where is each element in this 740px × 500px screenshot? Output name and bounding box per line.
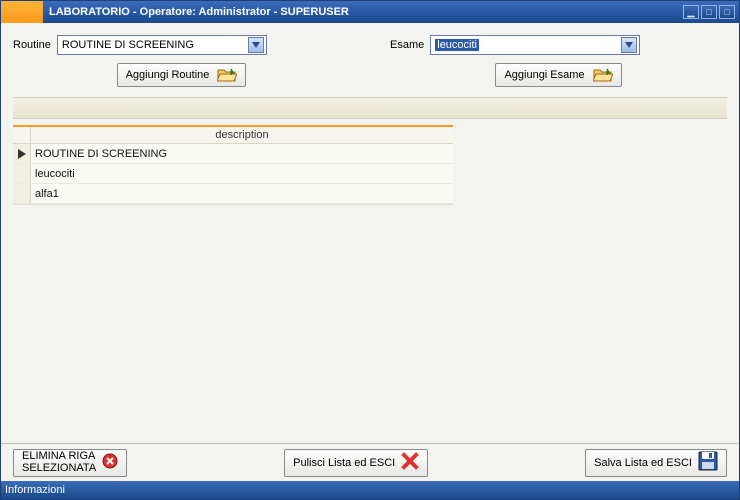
- add-exam-button[interactable]: Aggiungi Esame: [495, 63, 621, 87]
- cell-description[interactable]: ROUTINE DI SCREENING: [31, 148, 453, 160]
- window-controls: ▁ □ □: [683, 5, 739, 19]
- routine-combo[interactable]: ROUTINE DI SCREENING: [57, 35, 267, 55]
- routine-row: Routine ROUTINE DI SCREENING: [13, 33, 350, 57]
- grid-corner: [13, 127, 31, 143]
- table-row[interactable]: leucociti: [13, 164, 453, 184]
- titlebar: LABORATORIO - Operatore: Administrator -…: [1, 1, 739, 23]
- app-window: LABORATORIO - Operatore: Administrator -…: [0, 0, 740, 500]
- add-routine-button[interactable]: Aggiungi Routine: [117, 63, 247, 87]
- save-icon: [698, 451, 718, 474]
- grid-col-description[interactable]: description: [31, 127, 453, 143]
- delete-icon: [102, 453, 118, 473]
- save-list-label: Salva Lista ed ESCI: [594, 457, 692, 469]
- add-routine-label: Aggiungi Routine: [126, 69, 210, 81]
- chevron-down-icon: [248, 37, 264, 53]
- add-exam-label: Aggiungi Esame: [504, 69, 584, 81]
- routine-label: Routine: [13, 39, 51, 51]
- status-text: Informazioni: [5, 484, 65, 496]
- titlebar-accent: [1, 1, 43, 23]
- minimize-icon: ▁: [688, 8, 695, 17]
- folder-open-icon: [217, 67, 237, 83]
- exam-combo[interactable]: leucociti: [430, 35, 640, 55]
- delete-row-label: ELIMINA RIGA SELEZIONATA: [22, 451, 96, 474]
- grid-header: description: [13, 127, 453, 144]
- routine-combo-value: ROUTINE DI SCREENING: [62, 39, 248, 51]
- delete-row-button[interactable]: ELIMINA RIGA SELEZIONATA: [13, 449, 127, 477]
- save-list-button[interactable]: Salva Lista ed ESCI: [585, 449, 727, 477]
- chevron-down-icon: [621, 37, 637, 53]
- close-icon: □: [724, 8, 729, 17]
- grid-body: ROUTINE DI SCREENING leucociti alfa1: [13, 144, 453, 204]
- window-title: LABORATORIO - Operatore: Administrator -…: [49, 6, 683, 18]
- table-row[interactable]: alfa1: [13, 184, 453, 204]
- exam-row: Esame leucociti: [390, 33, 727, 57]
- cancel-icon: [401, 452, 419, 473]
- clear-list-label: Pulisci Lista ed ESCI: [293, 457, 395, 469]
- description-grid[interactable]: description ROUTINE DI SCREENING leucocit…: [13, 125, 453, 205]
- footer-toolbar: ELIMINA RIGA SELEZIONATA Pulisci Lista e…: [1, 443, 739, 481]
- maximize-button[interactable]: □: [701, 5, 717, 19]
- folder-open-icon: [593, 67, 613, 83]
- separator-band: [13, 97, 727, 119]
- close-button[interactable]: □: [719, 5, 735, 19]
- table-row[interactable]: ROUTINE DI SCREENING: [13, 144, 453, 164]
- maximize-icon: □: [706, 8, 711, 17]
- row-header[interactable]: [13, 144, 31, 163]
- minimize-button[interactable]: ▁: [683, 5, 699, 19]
- row-header[interactable]: [13, 184, 31, 203]
- row-indicator-icon: [18, 149, 26, 159]
- exam-combo-value: leucociti: [435, 39, 621, 51]
- cell-description[interactable]: leucociti: [31, 168, 453, 180]
- content-area: Routine ROUTINE DI SCREENING Aggiungi Ro…: [1, 23, 739, 443]
- cell-description[interactable]: alfa1: [31, 188, 453, 200]
- clear-list-button[interactable]: Pulisci Lista ed ESCI: [284, 449, 428, 477]
- row-header[interactable]: [13, 164, 31, 183]
- status-bar: Informazioni: [1, 481, 739, 499]
- exam-label: Esame: [390, 39, 424, 51]
